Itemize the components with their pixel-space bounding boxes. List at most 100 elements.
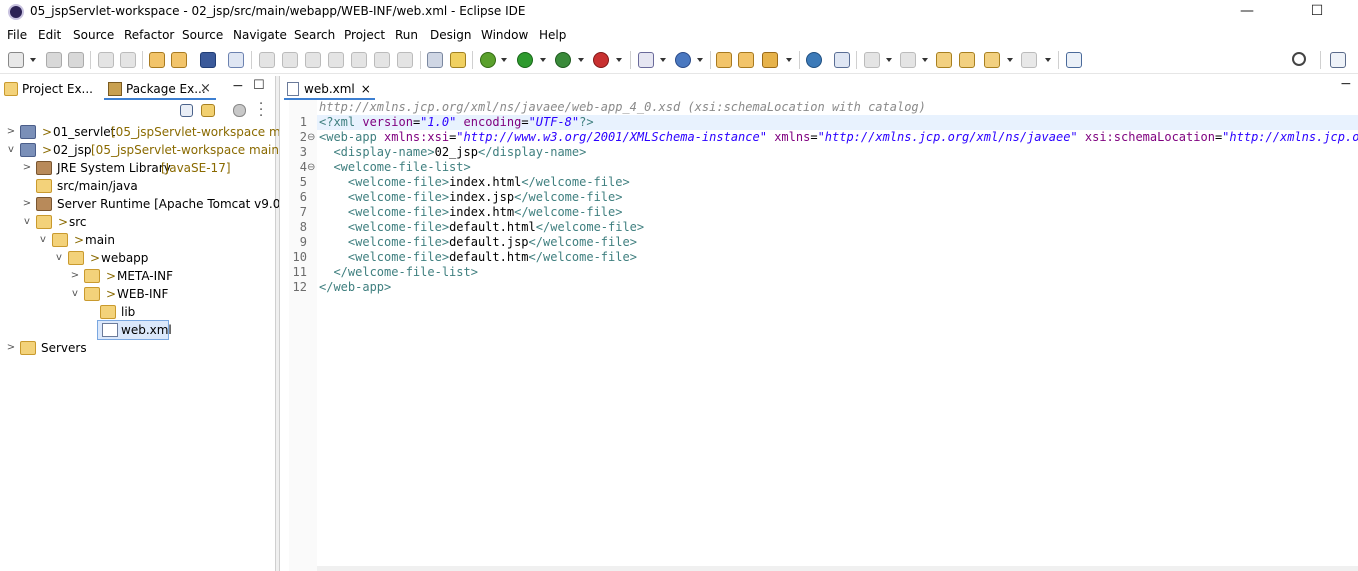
xml-source-editor[interactable]: http://xmlns.jcp.org/xml/ns/javaee/web-a… — [317, 100, 1358, 566]
tree-item-web-inf[interactable]: v > WEB-INF — [0, 285, 276, 303]
coverage-dropdown-icon[interactable] — [578, 58, 584, 62]
save-icon[interactable] — [46, 52, 62, 68]
undo-icon[interactable] — [98, 52, 114, 68]
tree-item-02-jsp[interactable]: v > 02_jsp [05_jspServlet-workspace main… — [0, 141, 284, 159]
collapse-toggle-icon[interactable]: v — [6, 141, 16, 159]
debug-icon[interactable] — [480, 52, 496, 68]
previous-annotation-dropdown-icon[interactable] — [922, 58, 928, 62]
previous-annotation-icon[interactable] — [900, 52, 916, 68]
collapse-all-icon[interactable] — [180, 104, 193, 117]
collapse-toggle-icon[interactable]: v — [70, 285, 80, 303]
back-dropdown-icon[interactable] — [1007, 58, 1013, 62]
tree-item-01-servlet[interactable]: > > 01_servlet [05_jspServlet-workspace … — [0, 123, 304, 141]
menu-project[interactable]: Project — [344, 28, 385, 42]
tree-item-web-xml[interactable]: web.xml — [0, 320, 276, 340]
fold-collapse-icon[interactable]: ⊖ — [307, 160, 315, 175]
debug-dropdown-icon[interactable] — [501, 58, 507, 62]
tree-item-main[interactable]: v > main — [0, 231, 276, 249]
view-menu-icon[interactable]: · · · — [259, 98, 263, 123]
console-icon[interactable] — [200, 52, 216, 68]
search-icon[interactable] — [1292, 52, 1306, 66]
menu-help[interactable]: Help — [539, 28, 566, 42]
maximize-button[interactable]: ☐ — [1294, 0, 1340, 24]
terminate-icon[interactable] — [305, 52, 321, 68]
new-icon[interactable] — [8, 52, 24, 68]
new-dropdown-icon[interactable] — [30, 58, 36, 62]
disconnect-icon[interactable] — [328, 52, 344, 68]
resume-icon[interactable] — [259, 52, 275, 68]
expand-toggle-icon[interactable]: > — [70, 267, 80, 285]
external-tools-dropdown-icon[interactable] — [616, 58, 622, 62]
new-java-class-icon[interactable] — [675, 52, 691, 68]
save-all-icon[interactable] — [68, 52, 84, 68]
fold-collapse-icon[interactable]: ⊖ — [307, 130, 315, 145]
menu-refactor[interactable]: Refactor — [124, 28, 174, 42]
web-browser-icon[interactable] — [806, 52, 822, 68]
forward-dropdown-icon[interactable] — [1045, 58, 1051, 62]
menu-source[interactable]: Source — [73, 28, 114, 42]
minimize-editor-button[interactable]: − — [1340, 76, 1352, 92]
deploy-icon[interactable] — [762, 52, 778, 68]
collapse-toggle-icon[interactable]: v — [38, 231, 48, 249]
menu-search[interactable]: Search — [294, 28, 335, 42]
next-annotation-icon[interactable] — [864, 52, 880, 68]
deploy-dropdown-icon[interactable] — [786, 58, 792, 62]
search-file-icon[interactable] — [834, 52, 850, 68]
coverage-icon[interactable] — [555, 52, 571, 68]
menu-source-2[interactable]: Source — [182, 28, 223, 42]
tree-item-src[interactable]: v > src — [0, 213, 276, 231]
tab-web-xml[interactable]: web.xml × — [284, 78, 375, 100]
menu-file[interactable]: File — [7, 28, 27, 42]
skip-breakpoints-icon[interactable] — [228, 52, 244, 68]
tab-package-explorer[interactable]: Package Ex... × — [104, 78, 216, 100]
tab-project-explorer[interactable]: Project Ex... — [0, 78, 112, 100]
external-tools-icon[interactable] — [593, 52, 609, 68]
run-dropdown-icon[interactable] — [540, 58, 546, 62]
drop-to-frame-icon[interactable] — [427, 52, 443, 68]
step-over-icon[interactable] — [374, 52, 390, 68]
expand-toggle-icon[interactable]: > — [6, 123, 16, 141]
link-with-editor-icon[interactable] — [201, 104, 215, 117]
new-java-class-dropdown-icon[interactable] — [697, 58, 703, 62]
menu-edit[interactable]: Edit — [38, 28, 61, 42]
close-icon[interactable]: × — [361, 78, 371, 100]
redo-icon[interactable] — [120, 52, 136, 68]
next-edit-icon[interactable] — [959, 52, 975, 68]
back-icon[interactable] — [984, 52, 1000, 68]
tree-item-meta-inf[interactable]: > > META-INF — [0, 267, 276, 285]
close-icon[interactable]: × — [200, 78, 211, 100]
menu-navigate[interactable]: Navigate — [233, 28, 287, 42]
tree-item-lib[interactable]: lib — [0, 303, 276, 321]
new-server-dropdown-icon[interactable] — [660, 58, 666, 62]
open-type-icon[interactable] — [149, 52, 165, 68]
tree-item-src-main-java[interactable]: src/main/java — [0, 177, 276, 195]
open-project-icon[interactable] — [738, 52, 754, 68]
tree-item-server-runtime[interactable]: > Server Runtime [Apache Tomcat v9.0] — [0, 195, 285, 213]
collapse-toggle-icon[interactable]: v — [54, 249, 64, 267]
expand-toggle-icon[interactable]: > — [22, 159, 32, 177]
filters-icon[interactable] — [233, 104, 246, 117]
minimize-button[interactable]: — — [1224, 0, 1270, 24]
collapse-toggle-icon[interactable]: v — [22, 213, 32, 231]
pin-editor-icon[interactable] — [1066, 52, 1082, 68]
next-annotation-dropdown-icon[interactable] — [886, 58, 892, 62]
new-server-icon[interactable] — [638, 52, 654, 68]
open-perspective-icon[interactable] — [1330, 52, 1346, 68]
expand-toggle-icon[interactable]: > — [22, 195, 32, 213]
tree-item-webapp[interactable]: v > webapp — [0, 249, 276, 267]
tree-item-jre-system-library[interactable]: > JRE System Library [JavaSE-17] — [0, 159, 276, 177]
forward-icon[interactable] — [1021, 52, 1037, 68]
open-task-icon[interactable] — [171, 52, 187, 68]
step-return-icon[interactable] — [397, 52, 413, 68]
horizontal-scrollbar[interactable] — [317, 566, 1358, 571]
menu-window[interactable]: Window — [481, 28, 528, 42]
minimize-view-button[interactable]: − — [232, 78, 244, 94]
last-edit-location-icon[interactable] — [936, 52, 952, 68]
maximize-view-button[interactable]: ☐ — [253, 78, 265, 93]
menu-run[interactable]: Run — [395, 28, 418, 42]
menu-design[interactable]: Design — [430, 28, 471, 42]
step-into-icon[interactable] — [351, 52, 367, 68]
run-icon[interactable] — [517, 52, 533, 68]
use-step-filters-icon[interactable] — [450, 52, 466, 68]
tree-item-servers[interactable]: > Servers — [0, 339, 276, 357]
